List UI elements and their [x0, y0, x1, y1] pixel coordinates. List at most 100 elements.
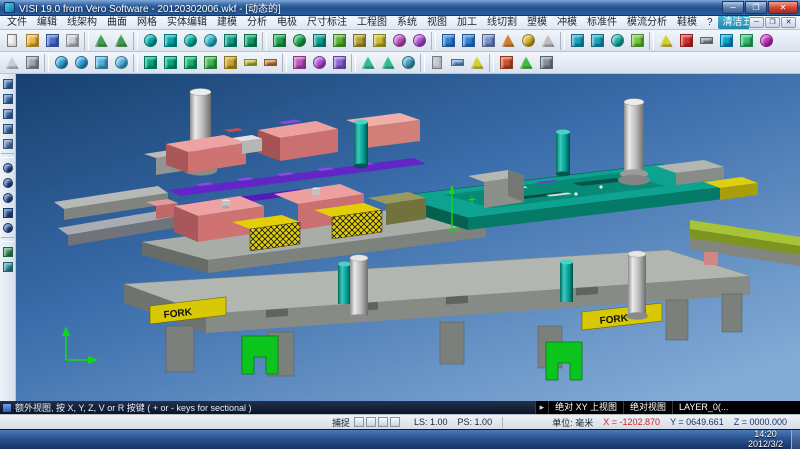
menu-item-建模[interactable]: 建模	[212, 16, 242, 29]
view-wire-icon[interactable]	[0, 259, 15, 274]
menu-item-编辑[interactable]: 编辑	[32, 16, 62, 29]
tool-orbit-icon[interactable]	[111, 53, 131, 73]
3d-viewport[interactable]: FORK FORK	[16, 74, 800, 401]
tool-dimension-icon[interactable]	[447, 53, 467, 73]
tool-move-icon[interactable]	[587, 31, 607, 51]
tool-undo-icon[interactable]	[91, 31, 111, 51]
menu-item-曲面[interactable]: 曲面	[102, 16, 132, 29]
layer-field[interactable]: LAYER_0(...	[672, 401, 800, 414]
view-zoom-fit-icon[interactable]	[0, 190, 15, 205]
tool-point-icon[interactable]	[140, 31, 160, 51]
menu-item-?[interactable]: ?	[702, 16, 718, 29]
view-zoom-in-icon[interactable]	[0, 160, 15, 175]
tool-die-layout-icon[interactable]	[180, 53, 200, 73]
tool-subtract-icon[interactable]	[458, 31, 478, 51]
tool-loft-icon[interactable]	[329, 31, 349, 51]
tool-save-icon[interactable]	[42, 31, 62, 51]
tool-drawing-icon[interactable]	[427, 53, 447, 73]
view-orient-button[interactable]: ▸	[535, 401, 549, 414]
tool-zoom-window-icon[interactable]	[51, 53, 71, 73]
tool-simulate-icon[interactable]	[516, 53, 536, 73]
tool-revolve-icon[interactable]	[289, 31, 309, 51]
view-top-icon[interactable]	[0, 91, 15, 106]
menu-item-电极[interactable]: 电极	[272, 16, 302, 29]
tool-intersect-icon[interactable]	[478, 31, 498, 51]
midpoint-snap-toggle[interactable]	[378, 417, 388, 427]
tool-sweep-icon[interactable]	[309, 31, 329, 51]
windows-taskbar[interactable]: 14:20 2012/3/2	[0, 429, 800, 449]
tool-select-icon[interactable]	[2, 53, 22, 73]
tool-section-icon[interactable]	[676, 31, 696, 51]
maximize-button[interactable]: ❐	[745, 1, 767, 14]
absolute-view-field[interactable]: 绝对视图	[623, 401, 672, 414]
tool-postprocess-icon[interactable]	[536, 53, 556, 73]
tool-fillet-icon[interactable]	[518, 31, 538, 51]
tool-scale-icon[interactable]	[627, 31, 647, 51]
menu-item-系统[interactable]: 系统	[392, 16, 422, 29]
tool-die-strip-icon[interactable]	[140, 53, 160, 73]
menu-item-加工[interactable]: 加工	[452, 16, 482, 29]
intersection-snap-toggle[interactable]	[390, 417, 400, 427]
tool-rectangle-icon[interactable]	[220, 31, 240, 51]
tool-die-insert-icon[interactable]	[200, 53, 220, 73]
tool-open-icon[interactable]	[22, 31, 42, 51]
tool-pan-icon[interactable]	[91, 53, 111, 73]
tool-circle-icon[interactable]	[200, 31, 220, 51]
show-desktop-button[interactable]	[791, 430, 800, 449]
title-bar[interactable]: VISI 19.0 from Vero Software - 201203020…	[0, 0, 800, 16]
minimize-button[interactable]: ─	[722, 1, 744, 14]
tool-plate-wizard-icon[interactable]	[289, 53, 309, 73]
tool-analysis-icon[interactable]	[358, 53, 378, 73]
tool-print-icon[interactable]	[62, 31, 82, 51]
tool-wireframe-icon[interactable]	[716, 31, 736, 51]
tool-trim-icon[interactable]	[498, 31, 518, 51]
tool-polyline-icon[interactable]	[240, 31, 260, 51]
menu-item-模流分析[interactable]: 模流分析	[622, 16, 672, 29]
tool-cam-icon[interactable]	[496, 53, 516, 73]
tool-filter-icon[interactable]	[22, 53, 42, 73]
menu-item-线架构[interactable]: 线架构	[62, 16, 102, 29]
menu-item-文件[interactable]: 文件	[2, 16, 32, 29]
menu-item-分析[interactable]: 分析	[242, 16, 272, 29]
tool-annotate-icon[interactable]	[467, 53, 487, 73]
tool-thickness-icon[interactable]	[398, 53, 418, 73]
tool-guide-pillar-icon[interactable]	[240, 53, 260, 73]
tool-redo-icon[interactable]	[111, 31, 131, 51]
tool-standard-parts-icon[interactable]	[220, 53, 240, 73]
tool-arc-icon[interactable]	[180, 31, 200, 51]
tool-mirror-icon[interactable]	[567, 31, 587, 51]
view-back-icon[interactable]	[0, 136, 15, 151]
view-shade-icon[interactable]	[0, 244, 15, 259]
view-pan-icon[interactable]	[0, 205, 15, 220]
view-iso-icon[interactable]	[0, 76, 15, 91]
view-zoom-out-icon[interactable]	[0, 175, 15, 190]
tool-block-icon[interactable]	[369, 31, 389, 51]
tool-zoom-fit-icon[interactable]	[71, 53, 91, 73]
menu-item-塑模[interactable]: 塑模	[522, 16, 552, 29]
menu-item-实体编辑[interactable]: 实体编辑	[162, 16, 212, 29]
menu-item-尺寸标注[interactable]: 尺寸标注	[302, 16, 352, 29]
mdi-close-button[interactable]: ✕	[781, 17, 796, 28]
taskbar-clock[interactable]: 14:20 2012/3/2	[740, 430, 791, 449]
tool-cylinder-icon[interactable]	[389, 31, 409, 51]
menu-item-工程图[interactable]: 工程图	[352, 16, 392, 29]
menu-item-brand[interactable]: 清洁五金模具科技	[718, 16, 749, 29]
menu-item-视图[interactable]: 视图	[422, 16, 452, 29]
tool-shell-icon[interactable]	[349, 31, 369, 51]
tool-new-icon[interactable]	[2, 31, 22, 51]
tool-union-icon[interactable]	[438, 31, 458, 51]
tool-pocket-icon[interactable]	[329, 53, 349, 73]
menu-item-标准件[interactable]: 标准件	[582, 16, 622, 29]
tool-extrude-icon[interactable]	[269, 31, 289, 51]
grid-toggle[interactable]	[354, 417, 364, 427]
close-button[interactable]: ✕	[768, 1, 798, 14]
menu-item-鞋模[interactable]: 鞋模	[672, 16, 702, 29]
tool-springs-icon[interactable]	[260, 53, 280, 73]
view-front-icon[interactable]	[0, 106, 15, 121]
tool-line-icon[interactable]	[160, 31, 180, 51]
tool-render-icon[interactable]	[756, 31, 776, 51]
tool-draft-check-icon[interactable]	[378, 53, 398, 73]
tool-hole-wizard-icon[interactable]	[309, 53, 329, 73]
tool-sphere-icon[interactable]	[409, 31, 429, 51]
mdi-minimize-button[interactable]: ─	[749, 17, 764, 28]
